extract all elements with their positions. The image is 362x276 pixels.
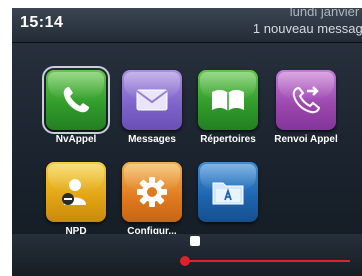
app-nvappel[interactable]: NvAppel (40, 66, 112, 145)
app-npd[interactable]: NPD (40, 162, 112, 237)
softkey-bar (12, 234, 362, 276)
nvappel-tile[interactable] (42, 66, 110, 134)
app-messages[interactable]: Messages (116, 70, 188, 145)
directory-tile[interactable] (198, 162, 258, 222)
app-renvoi-appel[interactable]: Renvoi Appel (270, 70, 342, 145)
renvoi-appel-tile[interactable] (276, 70, 336, 130)
messages-tile[interactable] (122, 70, 182, 130)
npd-tile[interactable] (46, 162, 106, 222)
date-text: lundi janvier 6 (289, 8, 362, 19)
phone-device: 15:14 lundi janvier 6 1 nouveau message … (0, 0, 362, 276)
gear-icon (137, 177, 167, 207)
repertoires-tile[interactable] (198, 70, 258, 130)
app-configuration[interactable]: Configur... (116, 162, 188, 237)
status-bar: 15:14 lundi janvier 6 1 nouveau message (12, 8, 362, 43)
renvoi-appel-label: Renvoi Appel (274, 134, 338, 145)
new-message-notice[interactable]: 1 nouveau message (253, 21, 362, 36)
app-repertoires[interactable]: Répertoires (192, 70, 264, 145)
book-icon (212, 89, 244, 111)
nvappel-label: NvAppel (55, 134, 97, 145)
repertoires-label: Répertoires (200, 134, 256, 145)
phone-icon (63, 87, 89, 113)
phone-screen: 15:14 lundi janvier 6 1 nouveau message … (12, 8, 362, 276)
app-directory[interactable] (192, 162, 264, 226)
messages-label: Messages (128, 134, 176, 145)
call-forward-icon (292, 86, 321, 114)
page-indicator[interactable] (190, 236, 200, 246)
directory-folder-icon (212, 182, 244, 205)
do-not-disturb-icon (62, 179, 86, 205)
progress-line (184, 260, 350, 262)
configuration-tile[interactable] (122, 162, 182, 222)
clock: 15:14 (20, 14, 64, 31)
envelope-icon (136, 89, 168, 111)
